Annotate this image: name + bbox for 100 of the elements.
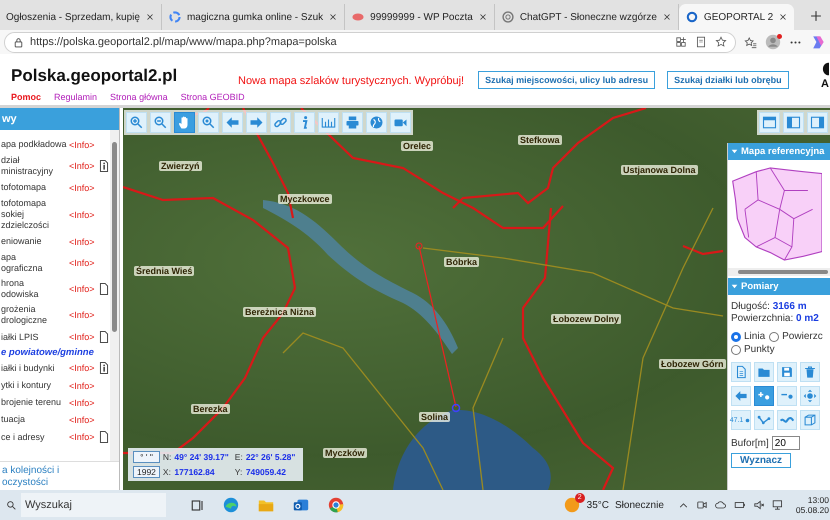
info-link[interactable]: <Info> <box>69 258 96 268</box>
link-button[interactable] <box>270 112 291 133</box>
browser-logo-icon <box>222 496 240 514</box>
arrow-right-button[interactable] <box>246 112 267 133</box>
coordinate-label: X: <box>162 467 172 477</box>
layout-button[interactable] <box>759 112 780 133</box>
browser-tab[interactable]: GEOPORTAL 2 <box>678 4 794 30</box>
search-field[interactable]: Wyszukaj <box>21 493 166 517</box>
header-text: A <box>821 78 829 90</box>
notice-link[interactable]: Nowa mapa szlaków turystycznych. Wypróbuj! <box>238 75 464 87</box>
info-link[interactable]: <Info> <box>69 310 96 320</box>
layer-name: eniowanie <box>1 236 43 247</box>
buffer-field[interactable]: 20 <box>772 436 800 450</box>
info-link[interactable]: <Info> <box>69 284 96 294</box>
address-field[interactable]: https://polska.geoportal2.pl/map/www/mapa.php?mapa=polska <box>4 32 736 52</box>
printer-icon <box>345 115 360 130</box>
layout-button[interactable] <box>783 112 804 133</box>
radio-option[interactable]: Powierzc <box>769 331 823 342</box>
clock-date: 05.08.20 <box>796 505 829 515</box>
radio-option[interactable]: Punkty <box>731 344 775 355</box>
radio-button[interactable] <box>731 344 741 354</box>
nav-link[interactable]: Regulamin <box>54 92 98 102</box>
coordinate-value: 49° 24' 39.17" <box>174 452 229 462</box>
logo-icon <box>821 62 829 76</box>
info-link[interactable]: <Info> <box>69 363 96 373</box>
magnifier-button[interactable] <box>198 112 219 133</box>
info-link[interactable]: <Info> <box>69 210 96 220</box>
zoom-in-button[interactable] <box>126 112 147 133</box>
nav-link[interactable]: Pomoc <box>11 92 42 102</box>
layer-name: ce i adresy <box>1 432 46 442</box>
place-label: Łobozew Górn <box>659 359 726 369</box>
info-sheet-icon <box>98 159 110 173</box>
search-parcel-button[interactable]: Szukaj działki lub obrębu <box>667 71 789 89</box>
info-button[interactable] <box>294 112 315 133</box>
nav-link[interactable]: Strona GEOBID <box>180 92 245 102</box>
chrome-logo-icon <box>327 496 345 514</box>
split-window-icon <box>786 115 801 130</box>
scrollbar[interactable] <box>728 268 830 276</box>
info-link[interactable]: <Info> <box>69 414 96 424</box>
info-link[interactable]: <Info> <box>69 380 96 390</box>
info-link[interactable]: <Info> <box>69 332 96 342</box>
info-link[interactable]: <Info> <box>69 236 96 246</box>
link-icon <box>273 115 288 130</box>
radio-option[interactable]: Linia <box>731 331 766 342</box>
place-label: Solina <box>419 412 450 422</box>
layer-name: hrona odowiska <box>1 278 40 300</box>
nav-link[interactable]: Strona główna <box>110 92 168 102</box>
notification-dot-icon <box>777 34 782 39</box>
layer-name: iałki LPIS <box>1 332 40 342</box>
tool-button[interactable] <box>754 386 774 406</box>
layer-name: dział ministracyjny <box>1 155 54 177</box>
close-icon <box>144 12 155 22</box>
printer-button[interactable] <box>342 112 363 133</box>
layer-name: apa ograficzna <box>1 252 44 274</box>
window-icon <box>762 115 777 130</box>
ruler-icon <box>321 115 336 130</box>
coordinate-value: 749059.42 <box>246 467 287 477</box>
coordinate-label: Y: <box>234 467 243 477</box>
arrow-left-icon <box>734 389 748 403</box>
area-reading: Powierzchnia: 0 m2 <box>731 313 820 325</box>
star-icon <box>715 36 727 48</box>
plus-icon <box>809 9 824 23</box>
arrow-left-button[interactable] <box>222 112 243 133</box>
video-camera-button[interactable] <box>390 112 411 133</box>
panel-header[interactable]: Mapa referencyjna <box>728 143 830 160</box>
ruler-button[interactable] <box>318 112 339 133</box>
radio-button[interactable] <box>769 332 780 342</box>
info-link[interactable]: <Info> <box>69 182 96 192</box>
close-icon <box>478 12 488 22</box>
layer-name: brojenie terenu <box>1 397 62 408</box>
logo-icon <box>684 10 699 24</box>
scrollbar[interactable] <box>110 130 119 461</box>
system-button[interactable]: 1992 <box>133 466 160 478</box>
avatar-icon <box>765 34 781 50</box>
info-sheet-icon <box>98 361 110 375</box>
site-title[interactable]: Polska.geoportal2.pl <box>11 66 228 86</box>
layout-button[interactable] <box>807 112 828 133</box>
info-link[interactable]: <Info> <box>69 398 96 408</box>
info-link[interactable]: <Info> <box>69 161 96 171</box>
speaker-icon <box>752 499 765 511</box>
zoom-out-button[interactable] <box>150 112 171 133</box>
layer-name: tofotomapa <box>1 182 48 193</box>
section-heading: e powiatowe/gminne <box>0 346 95 359</box>
dot-icon <box>743 416 752 424</box>
search-place-button[interactable]: Szukaj miejscowości, ulicy lub adresu <box>478 71 656 89</box>
layer-name: grożenia drologiczne <box>1 304 48 326</box>
info-link[interactable]: <Info> <box>69 140 96 150</box>
format-button[interactable]: ° ' " <box>133 451 160 463</box>
temperature: 35°C <box>586 500 609 510</box>
info-link[interactable]: <Info> <box>69 432 96 442</box>
radio-button[interactable] <box>731 332 741 342</box>
submit-button[interactable]: Wyznacz <box>731 453 792 468</box>
hand-button[interactable] <box>174 112 195 133</box>
triangle-icon <box>731 283 738 290</box>
field-label: Bufor[m] <box>731 438 769 448</box>
layer-name: iałki i budynki <box>1 362 56 374</box>
panel-header[interactable]: Pomiary <box>728 278 830 295</box>
layer-name: apa podkładowa <box>1 139 67 150</box>
globe-button[interactable] <box>366 112 387 133</box>
length-reading: Długość: 3166 m <box>731 301 808 313</box>
